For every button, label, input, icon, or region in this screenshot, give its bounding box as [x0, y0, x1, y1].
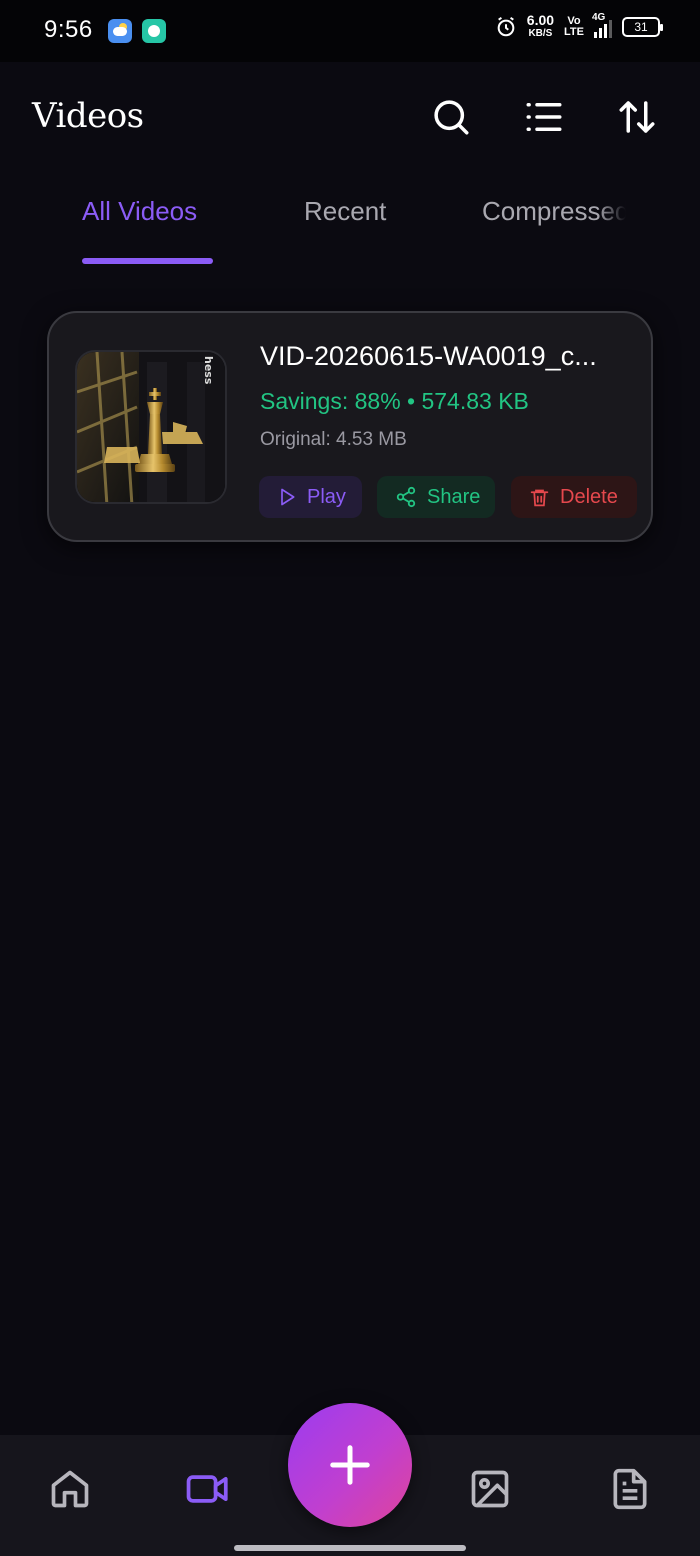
tab-compressed[interactable]: Compressed	[482, 196, 626, 227]
tab-bar: All Videos Recent Compressed	[0, 196, 700, 266]
list-icon	[526, 103, 562, 131]
delete-label: Delete	[560, 485, 618, 508]
add-button[interactable]	[288, 1403, 412, 1527]
share-label: Share	[427, 485, 481, 508]
speed-value: 6.00	[526, 12, 555, 28]
home-indicator[interactable]	[234, 1545, 466, 1551]
video-icon	[186, 1475, 228, 1503]
battery-level: 31	[634, 20, 648, 34]
nav-home[interactable]	[48, 1467, 92, 1511]
play-label: Play	[307, 485, 346, 508]
volte-indicator: Vo LTE	[564, 16, 584, 38]
signal-group: 4G	[592, 12, 612, 38]
volte-bottom: LTE	[564, 26, 584, 38]
sort-button[interactable]	[614, 94, 660, 140]
tab-all-videos[interactable]: All Videos	[82, 196, 197, 227]
alarm-icon	[497, 16, 515, 37]
nav-documents[interactable]	[608, 1467, 652, 1511]
chat-icon	[142, 19, 166, 43]
thumbnail-text: hess	[202, 356, 215, 385]
active-tab-indicator	[82, 258, 213, 264]
video-card[interactable]: hess VID-20260615-WA0019_c... Savings: 8…	[47, 311, 653, 542]
page-title: Videos	[32, 96, 144, 136]
document-icon	[613, 1468, 647, 1510]
video-title: VID-20260615-WA0019_c...	[260, 341, 597, 371]
view-list-button[interactable]	[521, 94, 567, 140]
add-icon	[330, 1445, 370, 1485]
network-type: 4G	[592, 12, 606, 23]
speed-unit: KB/S	[528, 28, 553, 39]
image-icon	[471, 1470, 509, 1508]
status-time: 9:56	[44, 16, 93, 43]
chess-king-thumbnail-image: hess	[77, 352, 225, 502]
video-thumbnail[interactable]: hess	[75, 350, 227, 504]
nav-images[interactable]	[468, 1467, 512, 1511]
home-icon	[51, 1470, 89, 1508]
trash-icon	[530, 489, 549, 506]
play-icon	[281, 488, 295, 506]
battery-icon: 31	[622, 17, 663, 37]
share-icon	[396, 486, 416, 508]
search-icon	[434, 100, 469, 135]
original-size-text: Original: 4.53 MB	[260, 429, 407, 450]
sort-icon	[619, 101, 655, 133]
weather-icon	[108, 19, 132, 43]
nav-videos[interactable]	[186, 1467, 230, 1511]
status-bar: 9:56 6.00 KB/S Vo LTE 4G 31	[0, 0, 700, 62]
search-button[interactable]	[428, 94, 474, 140]
share-button[interactable]: Share	[377, 476, 495, 518]
play-button[interactable]: Play	[259, 476, 362, 518]
network-speed: 6.00 KB/S	[526, 12, 555, 40]
status-indicators: 6.00 KB/S Vo LTE 4G 31	[495, 12, 663, 40]
tab-recent[interactable]: Recent	[304, 196, 386, 227]
delete-button[interactable]: Delete	[511, 476, 637, 518]
savings-text: Savings: 88% • 574.83 KB	[260, 388, 529, 414]
